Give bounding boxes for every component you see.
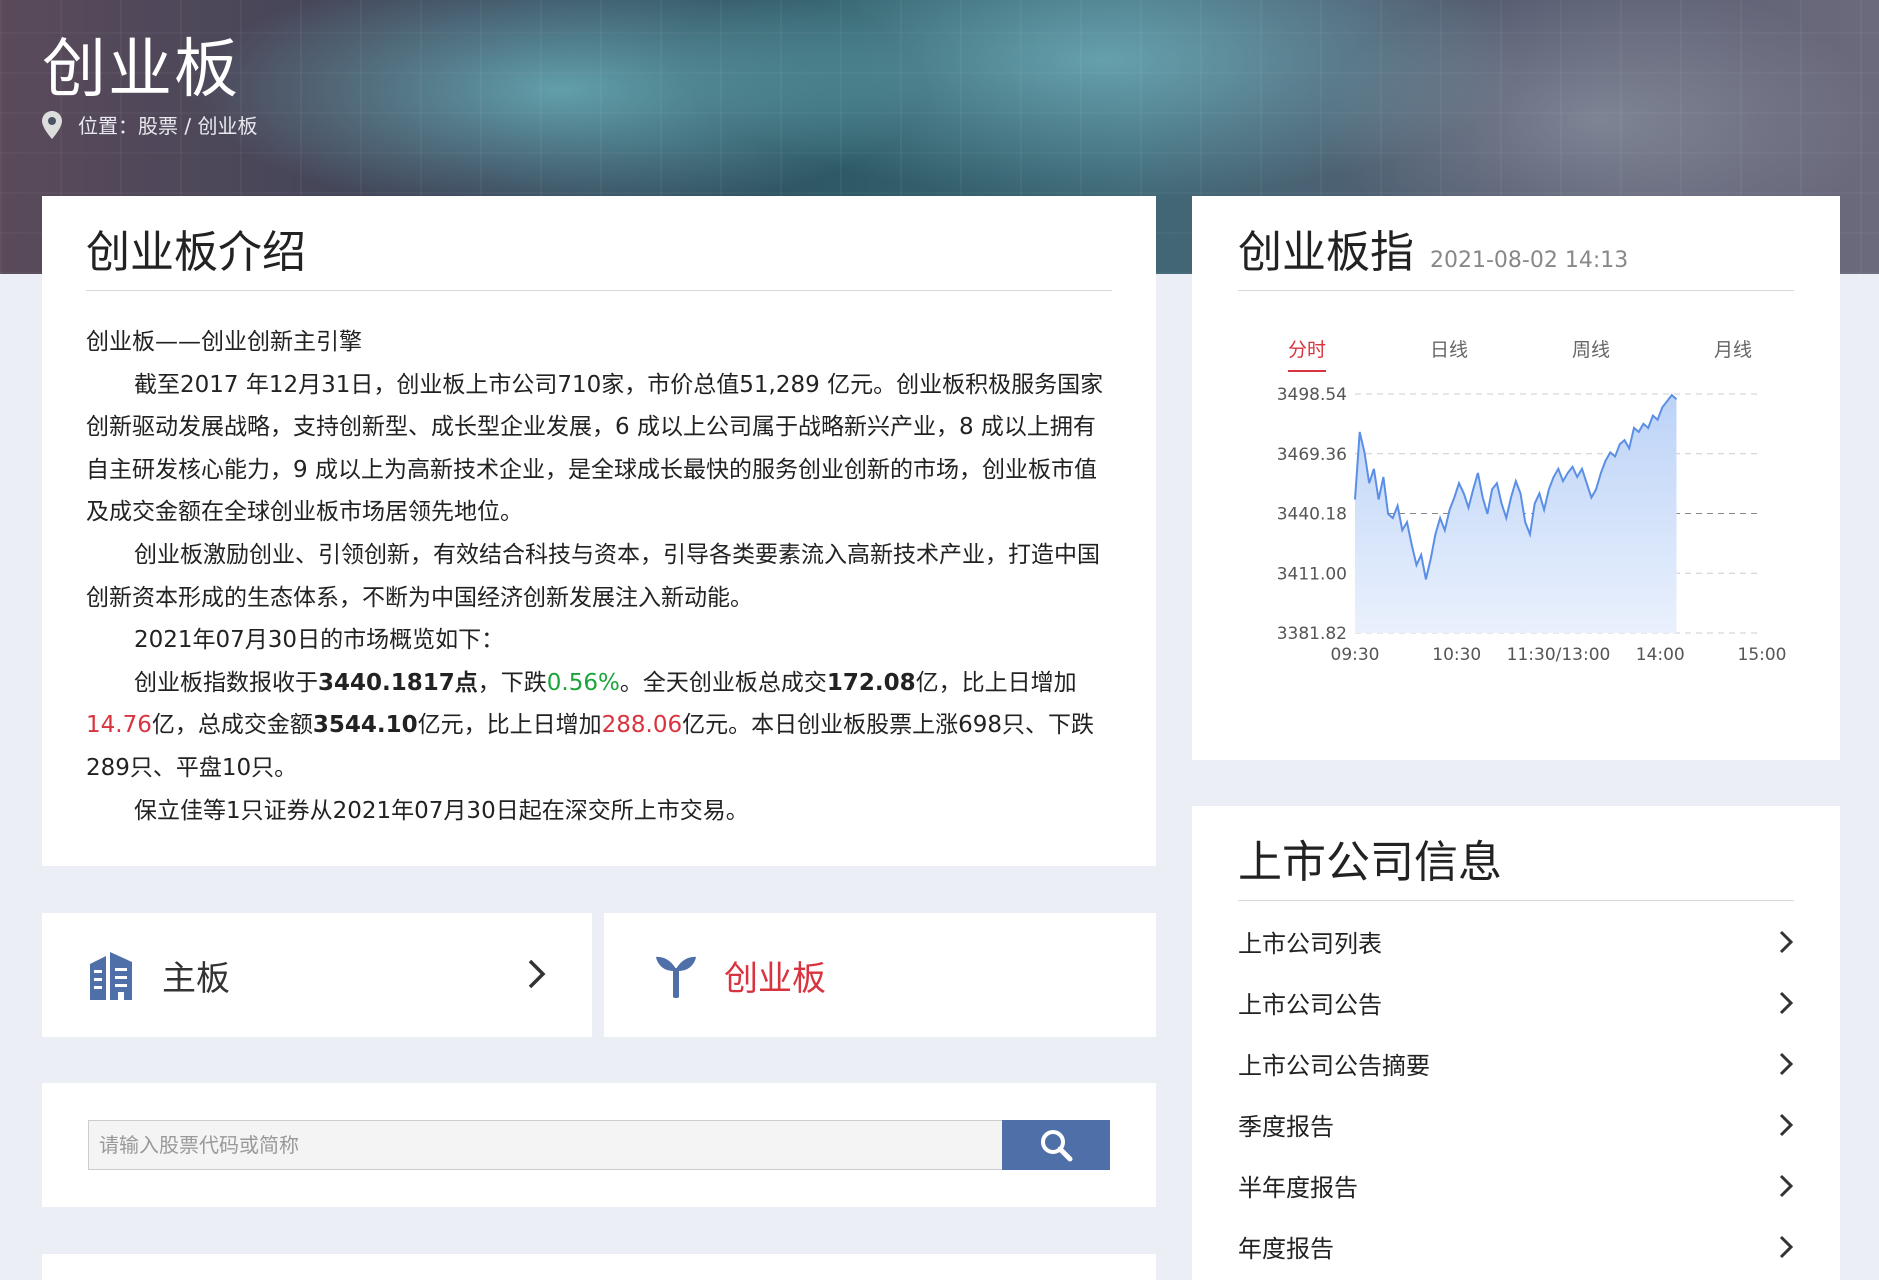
search-button[interactable] [1002,1120,1110,1170]
company-list-item-label: 半年度报告 [1238,1174,1358,1202]
intro-paragraph: 保立佳等1只证券从2021年07月30日起在深交所上市交易。 [134,797,749,824]
turnover-increase-value: 288.06 [601,712,683,739]
summary-text: 亿元，比上日增加 [417,712,602,739]
x-tick-label: 10:30 [1432,645,1481,665]
breadcrumb: 位置：股票 / 创业板 [42,110,257,139]
company-list-item[interactable]: 上市公司列表 [1238,911,1794,972]
bottom-card [42,1254,1156,1280]
chevron-right-icon [1779,930,1794,953]
summary-text: 亿，比上日增加 [915,669,1077,696]
chevron-right-icon [1779,1174,1794,1197]
summary-text: 。全天创业板总成交 [619,669,827,696]
y-tick-label: 3498.54 [1277,385,1347,405]
nav-main-board[interactable]: 主板 [42,913,592,1037]
summary-text: ，下跌 [477,669,547,696]
x-tick-label: 15:00 [1738,645,1787,665]
company-list-item[interactable]: 年度报告 [1238,1216,1794,1277]
company-list-item[interactable]: 上市公司公告摘要 [1238,1033,1794,1094]
company-list: 上市公司列表 上市公司公告上市公司公告摘要 季度报告半年度报告年度报告 [1238,911,1794,1277]
search-icon [1041,1130,1073,1162]
nav-main-label: 主板 [162,958,230,999]
sprout-icon [656,956,696,998]
chevron-right-icon [1779,991,1794,1014]
y-tick-label: 3411.00 [1277,564,1347,584]
index-title: 创业板指 2021-08-02 14:13 [1238,216,1794,291]
breadcrumb-text[interactable]: 位置：股票 / 创业板 [78,110,257,139]
search-card [42,1083,1156,1207]
nav-gem-label: 创业板 [724,958,826,999]
intro-body: 创业板——创业创新主引擎 截至2017 年12月31日，创业板上市公司710家，… [86,321,1112,832]
company-list-item[interactable]: 季度报告 [1238,1094,1794,1155]
change-pct-value: 0.56% [546,669,620,696]
index-close-value: 3440.1817点 [318,669,478,696]
company-title: 上市公司信息 [1238,826,1794,901]
company-list-item[interactable]: 上市公司公告 [1238,972,1794,1033]
chevron-right-icon [528,959,546,989]
index-timestamp: 2021-08-02 14:13 [1430,248,1629,273]
y-tick-label: 3469.36 [1277,445,1347,465]
intro-paragraph: 2021年07月30日的市场概览如下： [134,627,505,654]
company-list-item[interactable]: 半年度报告 [1238,1155,1794,1216]
location-pin-icon [42,110,62,139]
x-tick-label: 14:00 [1636,645,1685,665]
index-title-text: 创业板指 [1238,227,1414,278]
summary-text: 创业板指数报收于 [134,669,318,696]
company-list-item-label: 上市公司公告 [1238,991,1382,1019]
intro-title: 创业板介绍 [86,216,1112,291]
x-tick-label: 09:30 [1331,645,1380,665]
company-list-item-label: 上市公司列表 [1238,930,1382,958]
turnover-value: 3544.10 [312,712,418,739]
nav-gem-board[interactable]: 创业板 [604,913,1156,1037]
volume-increase-value: 14.76 [86,712,152,739]
volume-value: 172.08 [826,669,916,696]
stock-search-input[interactable] [88,1120,1003,1170]
intro-card: 创业板介绍 创业板——创业创新主引擎 截至2017 年12月31日，创业板上市公… [42,196,1156,866]
index-card: 创业板指 2021-08-02 14:13 分时 日线 周线 月线 3498.5… [1192,196,1840,760]
summary-text: 亿，总成交金额 [151,712,313,739]
page-title: 创业板 [42,33,240,107]
intro-paragraph: 截至2017 年12月31日，创业板上市公司710家，市价总值51,289 亿元… [86,371,1104,526]
intro-paragraph: 创业板——创业创新主引擎 [86,329,362,355]
chevron-right-icon [1779,1235,1794,1258]
company-list-item-label: 季度报告 [1238,1113,1334,1141]
intro-paragraph: 创业板激励创业、引领创新，有效结合科技与资本，引导各类要素流入高新技术产业，打造… [86,541,1100,611]
intraday-chart: 3498.54 3469.36 3440.18 3411.00 3381.8209:30… [1277,385,1787,665]
company-card: 上市公司信息 上市公司列表 上市公司公告上市公司公告摘要 季度报告半年度报告年度报告 [1192,806,1840,1280]
market-summary: 创业板指数报收于3440.1817点，下跌0.56%。全天创业板总成交172.0… [86,662,1112,790]
x-tick-label: 11:30/13:00 [1507,645,1611,665]
company-list-item-label: 年度报告 [1238,1235,1334,1263]
series-area [1355,395,1677,633]
chevron-right-icon [1779,1052,1794,1075]
y-tick-label: 3381.82 [1277,624,1347,644]
chevron-right-icon [1779,1113,1794,1136]
building-icon [90,952,132,1000]
y-tick-label: 3440.18 [1277,505,1347,525]
company-list-item-label: 上市公司公告摘要 [1238,1052,1430,1080]
